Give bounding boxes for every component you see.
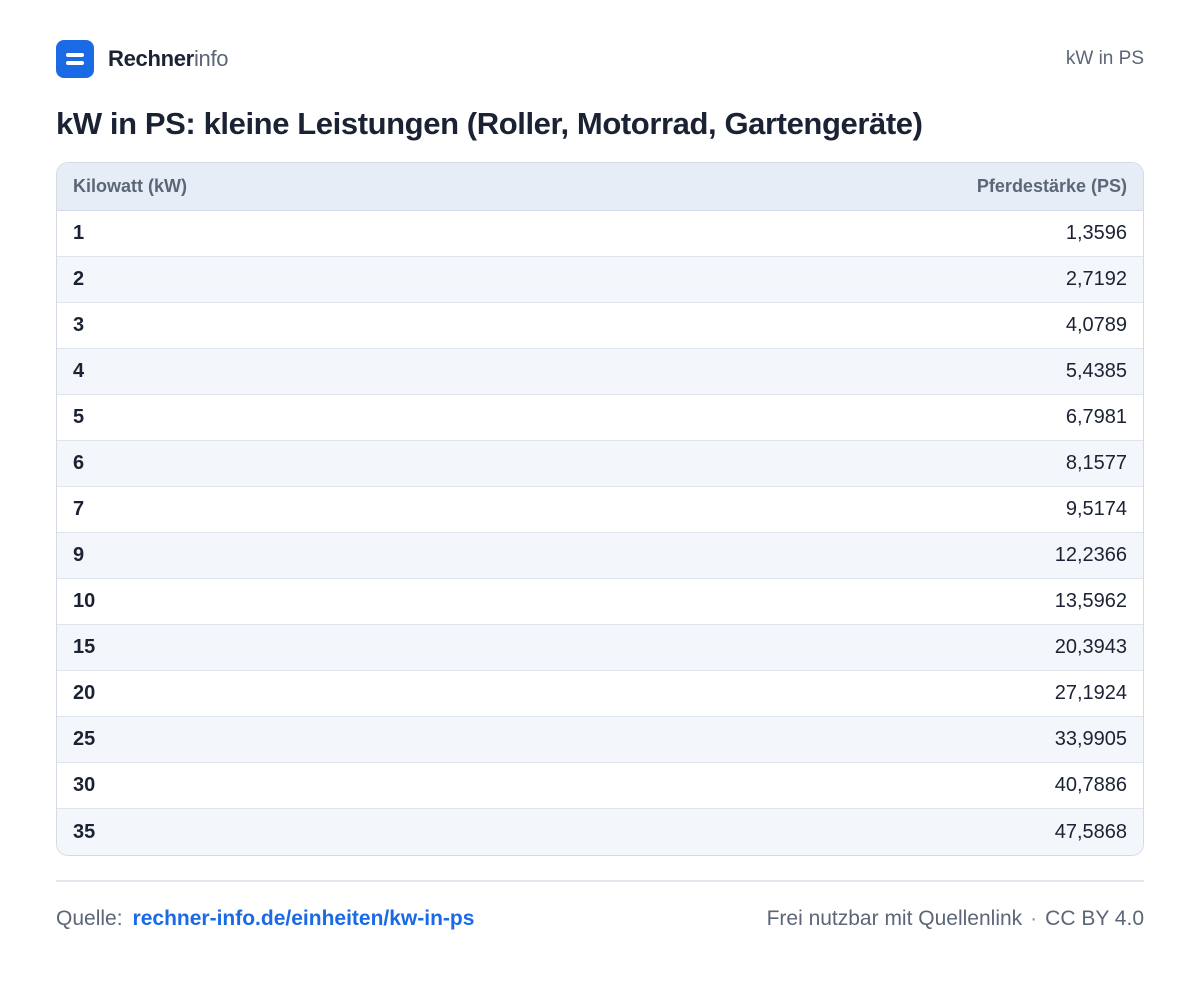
- column-header-kw: Kilowatt (kW): [73, 176, 187, 196]
- usage-note: Frei nutzbar mit Quellenlink: [766, 907, 1023, 930]
- footer: Quelle: rechner-info.de/einheiten/kw-in-p…: [56, 904, 1144, 934]
- footer-divider: [56, 880, 1144, 882]
- separator: ·: [1030, 907, 1038, 930]
- cell-ps: 20,3943: [1054, 636, 1127, 658]
- cell-kw: 2: [73, 268, 85, 290]
- table-row: 5 6,7981: [57, 395, 1143, 441]
- cell-ps: 33,9905: [1054, 728, 1127, 750]
- cell-kw: 30: [73, 774, 96, 796]
- conversion-table: Kilowatt (kW) Pferdestärke (PS) 1 1,3596 …: [56, 162, 1144, 856]
- source-link[interactable]: rechner-info.de/einheiten/kw-in-ps: [133, 907, 475, 930]
- cell-kw: 5: [73, 406, 85, 428]
- table-row: 30 40,7886: [57, 763, 1143, 809]
- header-page-label: kW in PS: [1065, 48, 1144, 69]
- table-row: 15 20,3943: [57, 625, 1143, 671]
- table-row: 4 5,4385: [57, 349, 1143, 395]
- column-header-ps: Pferdestärke (PS): [976, 176, 1127, 196]
- page: Rechnerinfo kW in PS kW in PS: kleine Le…: [0, 0, 1200, 1000]
- cell-ps: 4,0789: [1065, 314, 1127, 336]
- brand-name-light: info: [193, 46, 229, 71]
- table-row: 35 47,5868: [57, 809, 1143, 855]
- cell-ps: 40,7886: [1054, 774, 1127, 796]
- source-attribution: Quelle: rechner-info.de/einheiten/kw-in-p…: [56, 907, 474, 931]
- cell-ps: 13,5962: [1054, 590, 1127, 612]
- logo-icon: [56, 40, 94, 78]
- cell-kw: 20: [73, 682, 96, 704]
- brand-logo[interactable]: Rechnerinfo: [56, 40, 229, 78]
- cell-ps: 2,7192: [1065, 268, 1127, 290]
- table-body: 1 1,3596 2 2,7192 3 4,0789 4 5,4385 5 6,7981 …: [57, 211, 1143, 855]
- cell-kw: 15: [73, 636, 96, 658]
- source-label: Quelle:: [56, 907, 123, 930]
- table-row: 7 9,5174: [57, 487, 1143, 533]
- cell-ps: 47,5868: [1054, 820, 1127, 843]
- table-row: 6 8,1577: [57, 441, 1143, 487]
- brand-name-strong: Rechner: [108, 46, 194, 71]
- license-info: Frei nutzbar mit Quellenlink · CC BY 4.0: [767, 907, 1144, 931]
- cell-kw: 3: [73, 314, 85, 336]
- cell-kw: 7: [73, 498, 85, 520]
- table-row: 2 2,7192: [57, 257, 1143, 303]
- license-label: CC BY 4.0: [1045, 907, 1144, 930]
- cell-ps: 1,3596: [1065, 222, 1127, 244]
- cell-ps: 27,1924: [1054, 682, 1127, 704]
- brand-name: Rechnerinfo: [108, 46, 229, 72]
- table-row: 3 4,0789: [57, 303, 1143, 349]
- cell-ps: 9,5174: [1065, 498, 1127, 520]
- table-row: 20 27,1924: [57, 671, 1143, 717]
- table-row: 9 12,2366: [57, 533, 1143, 579]
- page-title: kW in PS: kleine Leistungen (Roller, Mot…: [56, 106, 923, 141]
- table-row: 10 13,5962: [57, 579, 1143, 625]
- cell-ps: 6,7981: [1065, 406, 1127, 428]
- cell-kw: 6: [73, 452, 85, 474]
- cell-ps: 8,1577: [1065, 452, 1127, 474]
- cell-kw: 25: [73, 728, 96, 750]
- cell-kw: 1: [73, 222, 85, 244]
- cell-kw: 4: [73, 360, 85, 382]
- table-row: 25 33,9905: [57, 717, 1143, 763]
- cell-kw: 35: [73, 820, 96, 843]
- cell-kw: 10: [73, 590, 96, 612]
- cell-ps: 12,2366: [1054, 544, 1127, 566]
- table-header: Kilowatt (kW) Pferdestärke (PS): [57, 163, 1143, 211]
- cell-kw: 9: [73, 544, 85, 566]
- cell-ps: 5,4385: [1065, 360, 1127, 382]
- table-row: 1 1,3596: [57, 211, 1143, 257]
- header: Rechnerinfo kW in PS: [56, 40, 1144, 78]
